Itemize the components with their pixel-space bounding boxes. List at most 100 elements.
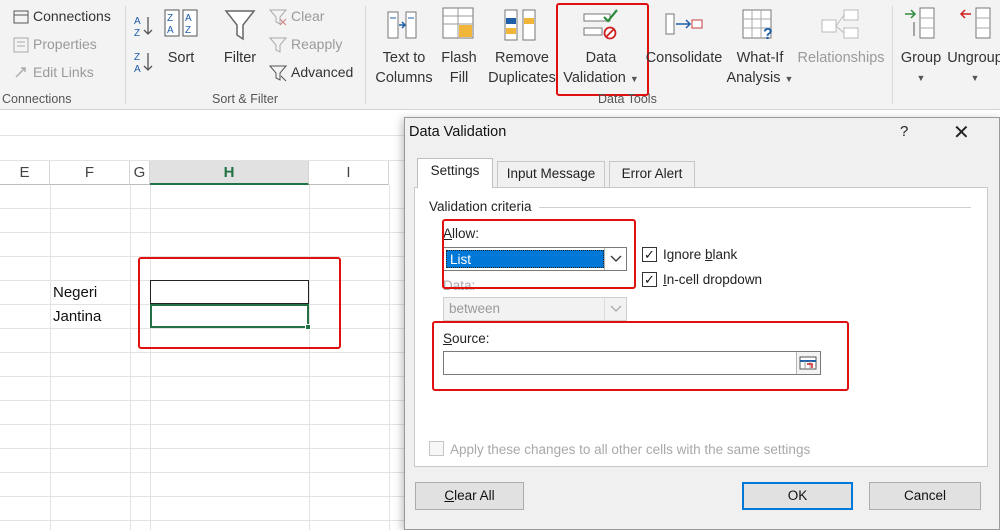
data-dropdown-value: between — [449, 301, 501, 316]
svg-text:A: A — [134, 16, 141, 27]
chevron-down-icon: ▼ — [970, 73, 980, 83]
group-icon — [902, 6, 938, 45]
what-if-label-1: What-If — [736, 50, 784, 66]
what-if-label-2: Analysis ▼ — [725, 68, 795, 89]
clear-all-button[interactable]: Clear All — [415, 482, 524, 510]
flash-fill-button[interactable]: Flash Fill — [437, 48, 481, 88]
flash-fill-label-1: Flash — [441, 50, 477, 66]
column-header-e[interactable]: E — [0, 161, 50, 185]
cancel-button[interactable]: Cancel — [869, 482, 981, 510]
column-header-h[interactable]: H — [150, 161, 309, 185]
svg-text:?: ? — [763, 26, 773, 42]
text-to-columns-label-2: Columns — [375, 70, 433, 86]
ok-button[interactable]: OK — [742, 482, 853, 510]
flash-fill-label-2: Fill — [449, 70, 469, 86]
group-button[interactable]: Group ▼ — [897, 48, 945, 88]
highlight-box-source — [432, 321, 849, 391]
relationships-icon — [820, 8, 860, 45]
tab-error-alert[interactable]: Error Alert — [609, 161, 695, 187]
ignore-blank-label: Ignore blank — [663, 247, 738, 262]
reapply-icon — [268, 36, 288, 57]
highlight-box-allow — [442, 219, 636, 289]
text-to-columns-button[interactable]: Text to Columns — [370, 48, 438, 88]
ungroup-button[interactable]: Ungroup ▼ — [945, 48, 1000, 88]
help-button[interactable]: ? — [900, 123, 908, 140]
remove-duplicates-icon — [503, 8, 539, 45]
ungroup-label: Ungroup — [947, 50, 1000, 66]
in-cell-dropdown-checkbox[interactable]: ✓ — [642, 272, 657, 287]
svg-text:Z: Z — [167, 13, 173, 24]
advanced-filter-icon — [268, 64, 288, 85]
column-header-g[interactable]: G — [130, 161, 150, 185]
tab-input-message[interactable]: Input Message — [497, 161, 605, 187]
edit-links-icon — [13, 65, 29, 84]
data-validation-dialog: Data Validation ? ✕ Settings Input Messa… — [404, 117, 1000, 530]
highlight-box-cells — [138, 257, 341, 349]
sort-button[interactable]: Sort — [160, 48, 202, 68]
data-dropdown: between — [443, 297, 627, 321]
svg-text:A: A — [185, 13, 192, 24]
chevron-down-icon: ▼ — [916, 73, 926, 83]
highlight-box-data-validation — [556, 3, 649, 96]
sort-za-icon: ZA — [134, 50, 154, 77]
dialog-title: Data Validation — [409, 124, 507, 140]
gridline — [309, 185, 310, 530]
filter-icon — [224, 8, 256, 45]
text-to-columns-label-1: Text to — [382, 50, 426, 66]
consolidate-button[interactable]: Consolidate — [643, 48, 725, 68]
text-to-columns-icon — [386, 8, 422, 45]
chevron-down-icon: ▼ — [784, 74, 794, 84]
remove-duplicates-label-1: Remove — [495, 50, 549, 66]
data-tools-group-label: Data Tools — [598, 92, 657, 106]
what-if-analysis-button[interactable]: What-If Analysis ▼ — [725, 48, 795, 89]
chevron-down-icon — [604, 298, 626, 320]
column-header-i[interactable]: I — [309, 161, 389, 185]
gridline — [130, 185, 131, 530]
filter-button[interactable]: Filter — [218, 48, 262, 68]
svg-text:A: A — [167, 25, 174, 36]
edit-links-button[interactable]: Edit Links — [33, 64, 94, 80]
svg-text:Z: Z — [134, 52, 140, 63]
connections-group-label: Connections — [2, 92, 72, 106]
column-header-f[interactable]: F — [50, 161, 130, 185]
gridline — [150, 185, 151, 530]
sort-az-icon: AZ — [134, 14, 154, 41]
reapply-button[interactable]: Reapply — [291, 36, 342, 52]
connections-button[interactable]: Connections — [33, 8, 111, 24]
apply-all-checkbox[interactable] — [429, 441, 444, 456]
consolidate-icon — [664, 10, 704, 43]
group-label: Group — [900, 50, 942, 66]
flash-fill-icon — [441, 6, 477, 45]
properties-button[interactable]: Properties — [33, 36, 97, 52]
svg-text:A: A — [134, 64, 141, 74]
cell-f-negeri[interactable]: Negeri — [53, 284, 97, 301]
advanced-button[interactable]: Advanced — [291, 64, 353, 80]
gridline — [50, 185, 51, 530]
section-divider — [539, 207, 971, 208]
ribbon-separator — [365, 6, 366, 104]
svg-text:Z: Z — [185, 25, 191, 36]
in-cell-dropdown-label: In-cell dropdown — [663, 272, 763, 287]
clear-filter-icon — [268, 8, 288, 29]
cell-f-jantina[interactable]: Jantina — [53, 308, 101, 325]
connections-icon — [13, 9, 29, 28]
svg-text:Z: Z — [134, 28, 140, 38]
clear-button[interactable]: Clear — [291, 8, 324, 24]
gridline — [389, 185, 390, 530]
properties-icon — [13, 37, 29, 56]
sort-filter-group-label: Sort & Filter — [212, 92, 278, 106]
ungroup-icon — [958, 6, 994, 45]
relationships-button[interactable]: Relationships — [795, 48, 887, 68]
apply-all-label: Apply these changes to all other cells w… — [450, 442, 811, 457]
remove-duplicates-label-2: Duplicates — [488, 70, 556, 86]
close-icon[interactable]: ✕ — [953, 120, 970, 145]
tab-settings[interactable]: Settings — [417, 158, 493, 188]
remove-duplicates-button[interactable]: Remove Duplicates — [485, 48, 559, 88]
ribbon: Connections Properties Edit Links Connec… — [0, 0, 1000, 110]
ribbon-separator — [125, 6, 126, 104]
sort-dialog-icon: ZAAZ — [163, 8, 199, 43]
what-if-analysis-icon: ? — [741, 8, 779, 45]
ignore-blank-checkbox[interactable]: ✓ — [642, 247, 657, 262]
validation-criteria-heading: Validation criteria — [429, 199, 532, 214]
what-if-label-2-text: Analysis — [726, 70, 781, 86]
